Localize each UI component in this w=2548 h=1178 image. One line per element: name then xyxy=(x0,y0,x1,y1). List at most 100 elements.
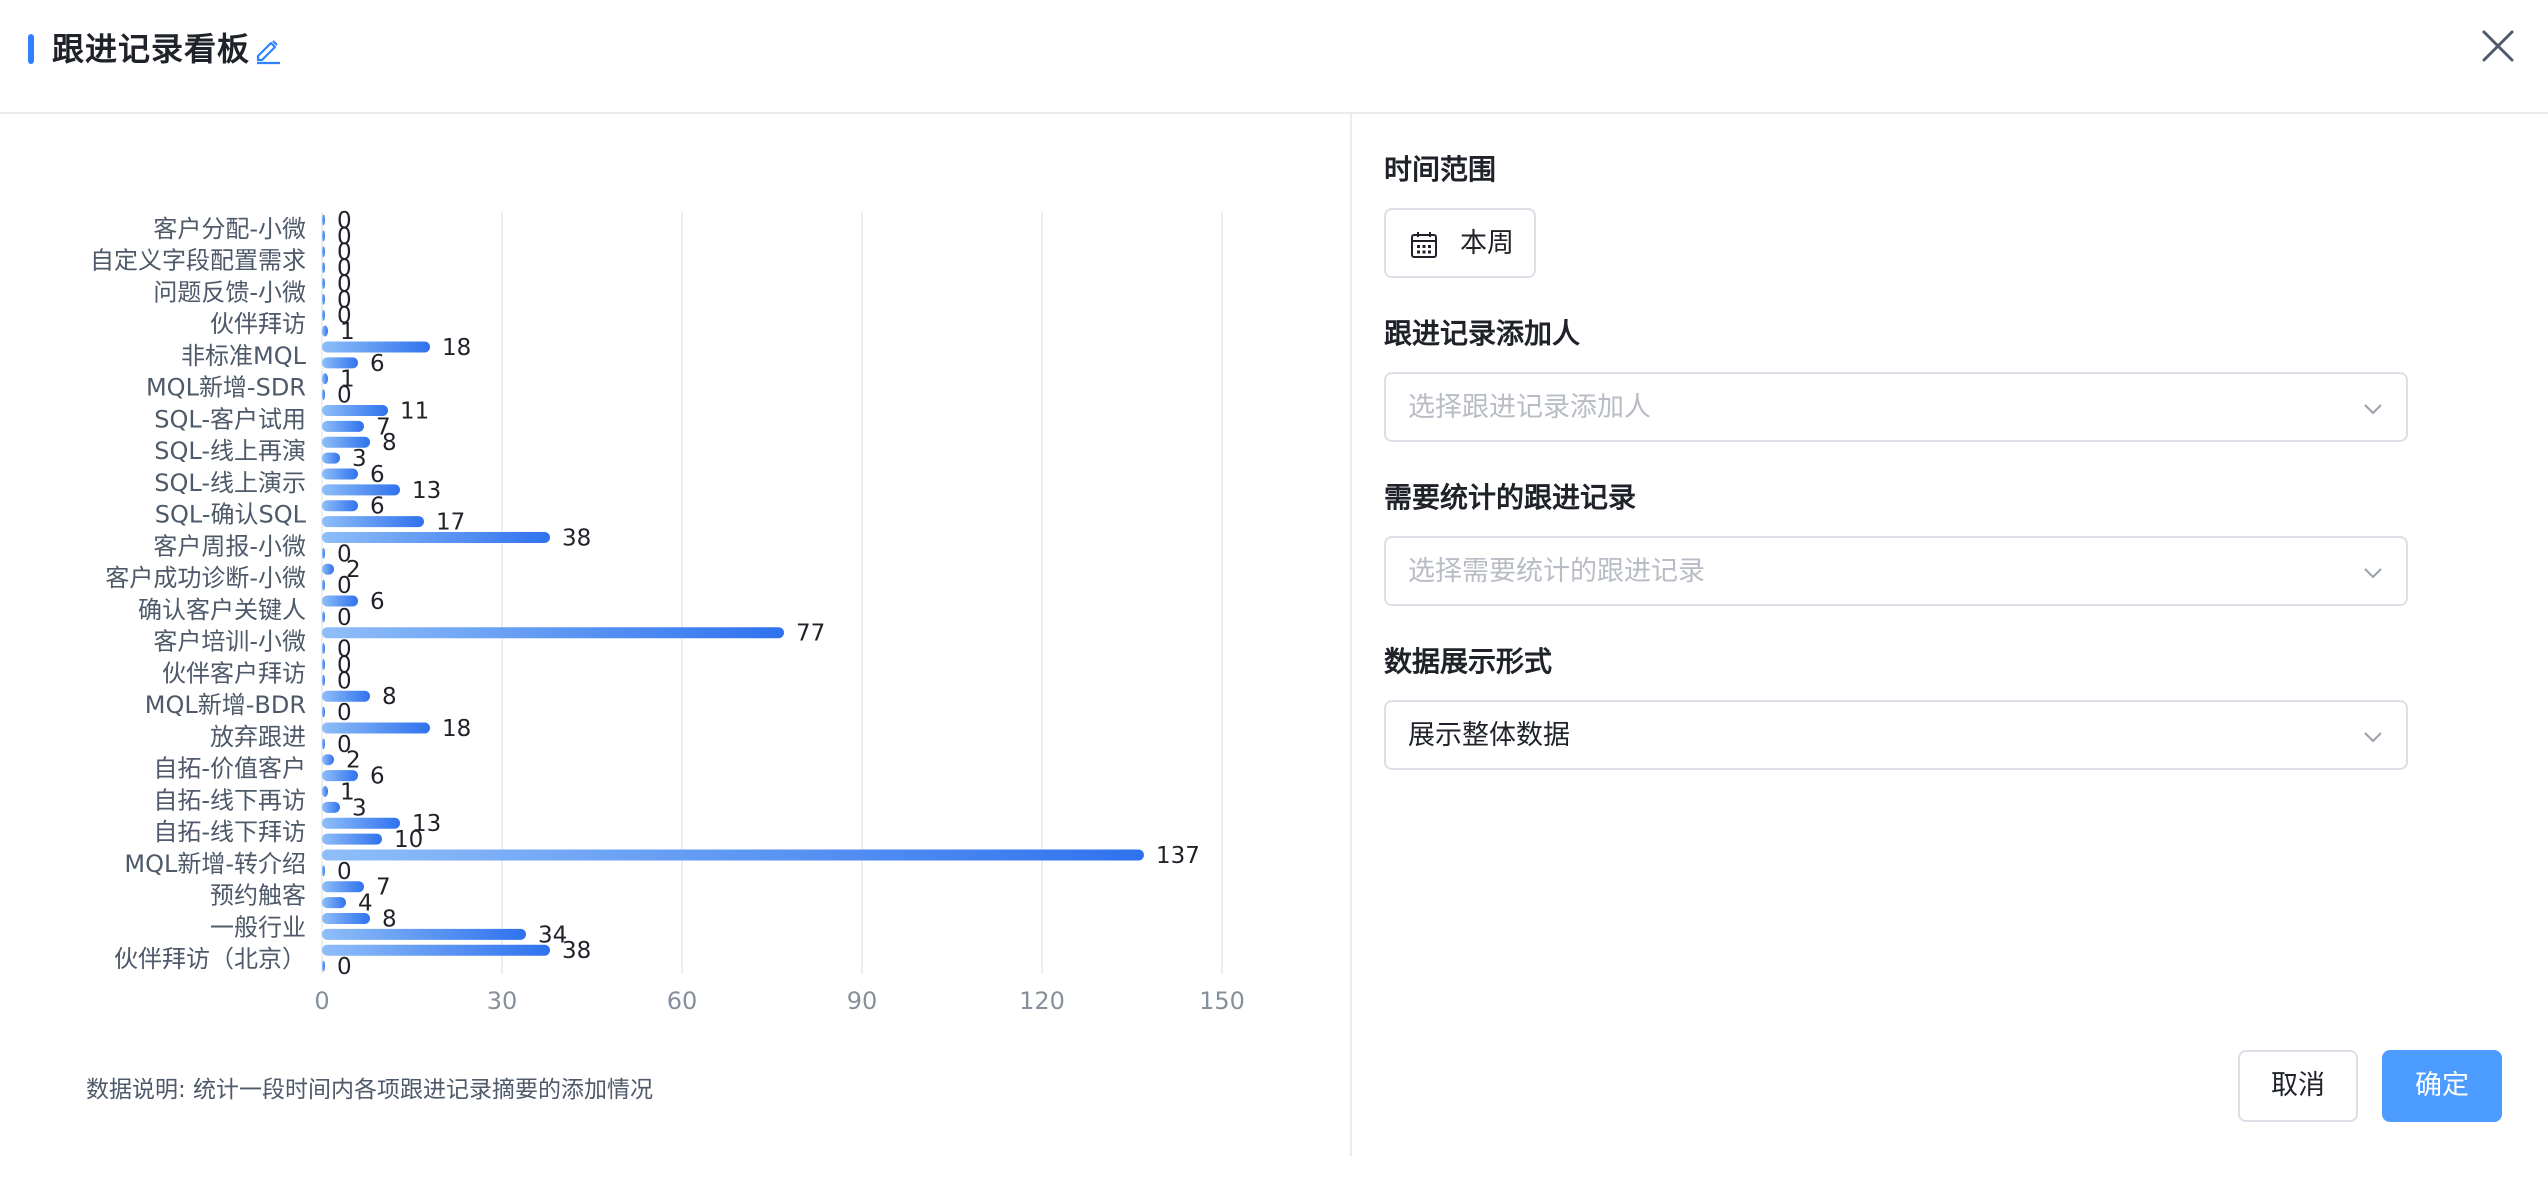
bar xyxy=(322,373,328,385)
bar xyxy=(322,293,325,305)
y-category-label: MQL新增-BDR xyxy=(145,691,306,719)
y-category-label: MQL新增-转介绍 xyxy=(124,850,306,878)
bar xyxy=(322,944,550,956)
adder-label: 跟进记录添加人 xyxy=(1384,317,1581,350)
bar-value-label: 8 xyxy=(382,906,397,932)
y-category-label: SQL-确认SQL xyxy=(155,501,307,529)
bar xyxy=(322,579,325,591)
edit-pencil-icon[interactable] xyxy=(252,33,284,65)
bar-value-label: 17 xyxy=(436,510,465,536)
x-tick-label: 150 xyxy=(1199,987,1245,1015)
bar xyxy=(322,897,346,909)
bar-value-label: 6 xyxy=(370,462,385,488)
bar xyxy=(322,674,325,686)
bar-value-label: 10 xyxy=(394,827,423,853)
chevron-down-icon xyxy=(2364,732,2382,743)
time-range-picker[interactable]: 本周 xyxy=(1384,208,1536,278)
bar xyxy=(322,833,382,845)
x-tick-label: 90 xyxy=(847,987,878,1015)
confirm-button[interactable]: 确定 xyxy=(2382,1050,2502,1122)
adder-select[interactable]: 选择跟进记录添加人 xyxy=(1384,372,2408,442)
y-category-label: SQL-线上再演 xyxy=(154,437,306,465)
y-category-label: 伙伴拜访（北京） xyxy=(114,945,306,973)
x-tick-label: 0 xyxy=(314,987,329,1015)
bar-value-label: 0 xyxy=(337,700,352,726)
bar-value-label: 0 xyxy=(337,859,352,885)
bar xyxy=(322,246,325,258)
data-note: 数据说明: 统计一段时间内各项跟进记录摘要的添加情况 xyxy=(86,1077,654,1103)
bar xyxy=(322,817,400,829)
y-category-label: SQL-线上演示 xyxy=(154,469,306,497)
panel-divider xyxy=(1350,114,1352,1156)
y-category-label: 预约触客 xyxy=(210,882,306,910)
bar-value-label: 38 xyxy=(562,938,591,964)
y-category-label: MQL新增-SDR xyxy=(146,374,306,402)
bar-value-label: 3 xyxy=(352,795,367,821)
records-select[interactable]: 选择需要统计的跟进记录 xyxy=(1384,536,2408,606)
bar xyxy=(322,627,784,639)
bar xyxy=(322,277,325,289)
bar-value-label: 6 xyxy=(370,351,385,377)
bar-value-label: 18 xyxy=(442,716,471,742)
bar-value-label: 0 xyxy=(337,383,352,409)
bar-value-label: 7 xyxy=(376,875,391,901)
time-range-label: 时间范围 xyxy=(1384,153,1497,186)
bar xyxy=(322,611,325,623)
bar-value-label: 11 xyxy=(400,398,429,424)
bar-value-label: 4 xyxy=(358,891,373,917)
bar xyxy=(322,214,325,226)
bar xyxy=(322,785,328,797)
bar-value-label: 0 xyxy=(337,605,352,631)
bar xyxy=(322,389,325,401)
bar-value-label: 0 xyxy=(337,954,352,980)
y-category-label: 确认客户关键人 xyxy=(138,596,306,624)
bar xyxy=(322,468,358,480)
bar-value-label: 8 xyxy=(382,684,397,710)
bar-value-label: 13 xyxy=(412,478,441,504)
bar xyxy=(322,262,325,274)
bar-value-label: 0 xyxy=(337,668,352,694)
y-category-label: 问题反馈-小微 xyxy=(153,278,306,306)
bar-value-label: 38 xyxy=(562,525,591,551)
bar-value-label: 1 xyxy=(340,319,355,345)
bar xyxy=(322,531,550,543)
bar xyxy=(322,912,370,924)
x-tick-label: 30 xyxy=(487,987,518,1015)
chevron-down-icon xyxy=(2364,404,2382,415)
y-category-label: 非标准MQL xyxy=(181,342,307,370)
calendar-icon xyxy=(1411,232,1437,258)
chevron-down-icon xyxy=(2364,568,2382,579)
bar-value-label: 3 xyxy=(352,446,367,472)
y-category-label: 客户分配-小微 xyxy=(153,215,306,243)
bar-value-label: 6 xyxy=(370,494,385,520)
display-select[interactable]: 展示整体数据 xyxy=(1384,700,2408,770)
y-category-label: 自拓-线下再访 xyxy=(153,786,306,814)
bar-value-label: 2 xyxy=(346,748,361,774)
records-placeholder: 选择需要统计的跟进记录 xyxy=(1408,556,1705,587)
bar xyxy=(322,309,325,321)
display-label: 数据展示形式 xyxy=(1384,645,1553,678)
y-category-label: 自拓-价值客户 xyxy=(153,755,306,783)
bar xyxy=(322,230,325,242)
bar xyxy=(322,960,325,972)
cancel-button[interactable]: 取消 xyxy=(2238,1050,2358,1122)
y-category-label: 客户成功诊断-小微 xyxy=(105,564,306,592)
bar-value-label: 137 xyxy=(1156,843,1200,869)
bar xyxy=(322,801,340,813)
bar xyxy=(322,865,325,877)
dialog-title: 跟进记录看板 xyxy=(52,30,251,68)
bar xyxy=(322,420,364,432)
bar xyxy=(322,563,334,575)
close-icon[interactable] xyxy=(2478,26,2518,66)
bar-value-label: 18 xyxy=(442,335,471,361)
y-category-label: 一般行业 xyxy=(210,913,306,941)
bar-value-label: 8 xyxy=(382,430,397,456)
x-tick-label: 60 xyxy=(667,987,698,1015)
chart-panel: 0 30 60 90 120 150 0 0 0 0 0 0 0 1 18 6 1 0 11 7 8 3 6 13 6 17 38 0… xyxy=(0,114,1350,1114)
y-category-label: SQL-客户试用 xyxy=(154,405,306,433)
bar-value-label: 6 xyxy=(370,589,385,615)
x-tick-label: 120 xyxy=(1019,987,1065,1015)
bar xyxy=(322,754,334,766)
bar xyxy=(322,849,1144,861)
y-category-label: 客户培训-小微 xyxy=(153,628,306,656)
